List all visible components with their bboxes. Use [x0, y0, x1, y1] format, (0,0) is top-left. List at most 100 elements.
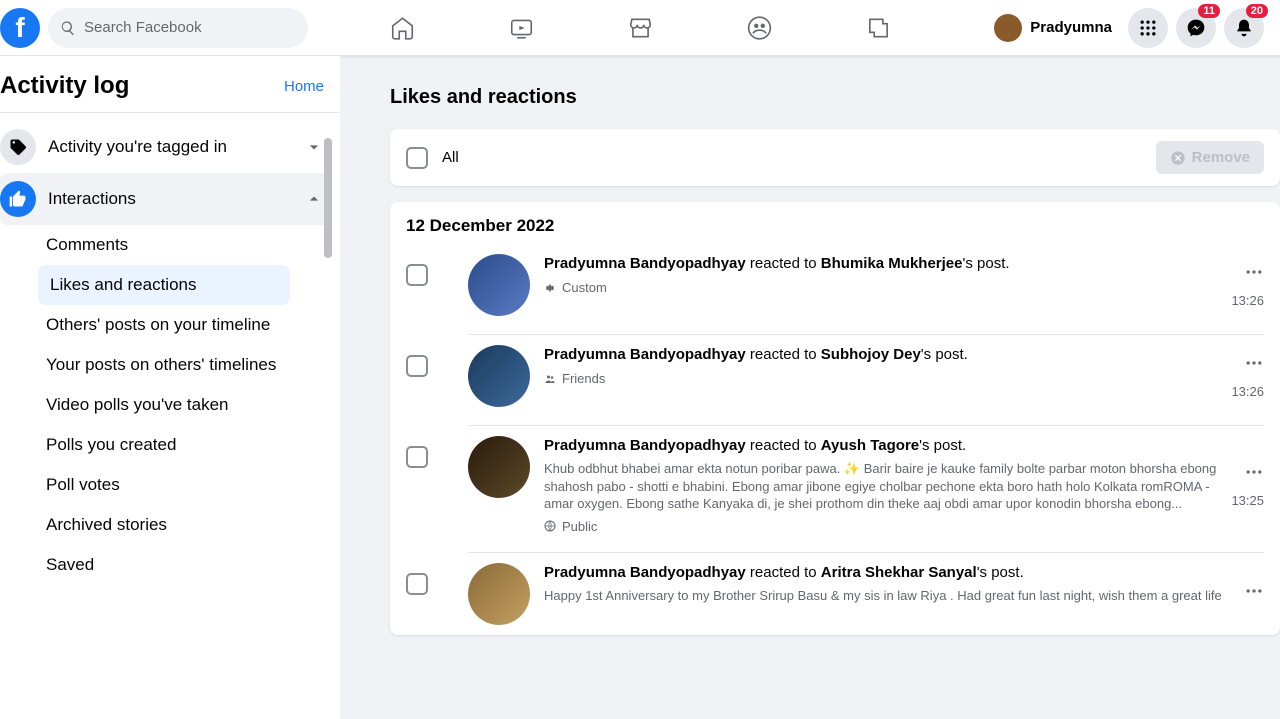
more-icon	[1244, 581, 1264, 601]
content-heading: Likes and reactions	[390, 86, 1280, 109]
item-right	[1244, 563, 1264, 625]
item-more-button[interactable]	[1244, 262, 1264, 287]
item-more-button[interactable]	[1244, 581, 1264, 606]
privacy-label: Public	[562, 519, 597, 534]
actor-name[interactable]: Pradyumna Bandyopadhyay	[544, 564, 746, 581]
target-name[interactable]: Subhojoy Dey	[821, 346, 921, 363]
item-more-button[interactable]	[1244, 353, 1264, 378]
like-icon	[0, 181, 36, 217]
tag-icon	[0, 129, 36, 165]
nav-marketplace[interactable]	[585, 2, 696, 54]
sidebar-sub-others-posts[interactable]: Others' posts on your timeline	[0, 305, 332, 345]
item-checkbox[interactable]	[406, 446, 428, 468]
item-time: 13:26	[1231, 293, 1264, 308]
item-avatar[interactable]	[468, 254, 530, 316]
header-right: Pradyumna 11 20	[990, 8, 1264, 48]
item-title: Pradyumna Bandyopadhyay reacted to Aritr…	[544, 563, 1232, 583]
target-name[interactable]: Ayush Tagore	[821, 437, 919, 454]
nav-gaming[interactable]	[823, 2, 934, 54]
search-input[interactable]: Search Facebook	[48, 8, 308, 48]
nav-groups[interactable]	[704, 2, 815, 54]
suffix: 's post.	[963, 255, 1010, 272]
facebook-logo[interactable]: f	[0, 8, 40, 48]
profile-chip[interactable]: Pradyumna	[990, 10, 1120, 46]
sidebar-sub-archived-stories[interactable]: Archived stories	[0, 505, 332, 545]
item-time: 13:26	[1231, 384, 1264, 399]
select-all-row: All Remove	[390, 129, 1280, 186]
sidebar-sub-video-polls[interactable]: Video polls you've taken	[0, 385, 332, 425]
item-body: Pradyumna Bandyopadhyay reacted to Bhumi…	[544, 254, 1219, 316]
divider	[0, 112, 340, 113]
item-body: Pradyumna Bandyopadhyay reacted to Ayush…	[544, 436, 1219, 534]
sidebar-item-interactions[interactable]: Interactions	[0, 173, 332, 225]
item-right: 13:26	[1231, 254, 1264, 316]
sidebar-sub-poll-votes[interactable]: Poll votes	[0, 465, 332, 505]
messenger-icon	[1186, 18, 1206, 38]
main-content: Likes and reactions All Remove 12 Decemb…	[340, 56, 1280, 719]
item-privacy: Public	[544, 519, 1219, 534]
joiner: reacted to	[746, 437, 821, 454]
item-time: 13:25	[1231, 493, 1264, 508]
suffix: 's post.	[977, 564, 1024, 581]
sidebar-item-label: Activity you're tagged in	[48, 137, 304, 157]
activity-item: Pradyumna Bandyopadhyay reacted to Bhumi…	[390, 244, 1280, 326]
item-checkbox[interactable]	[406, 264, 428, 286]
item-snippet: Happy 1st Anniversary to my Brother Srir…	[544, 587, 1232, 605]
item-more-button[interactable]	[1244, 462, 1264, 487]
sidebar-sub-saved[interactable]: Saved	[0, 545, 332, 585]
page-title: Activity log	[0, 72, 129, 100]
scrollbar[interactable]	[324, 138, 332, 258]
actor-name[interactable]: Pradyumna Bandyopadhyay	[544, 437, 746, 454]
sidebar-sub-comments[interactable]: Comments	[0, 225, 332, 265]
remove-button[interactable]: Remove	[1156, 141, 1264, 174]
groups-icon	[746, 15, 772, 41]
nav-home[interactable]	[347, 2, 458, 54]
select-all-checkbox[interactable]	[406, 147, 428, 169]
home-link[interactable]: Home	[284, 78, 324, 95]
target-name[interactable]: Aritra Shekhar Sanyal	[821, 564, 977, 581]
joiner: reacted to	[746, 255, 821, 272]
search-icon	[60, 20, 76, 36]
activity-item: Pradyumna Bandyopadhyay reacted to Aritr…	[390, 553, 1280, 635]
profile-name: Pradyumna	[1030, 19, 1112, 36]
more-icon	[1244, 262, 1264, 282]
marketplace-icon	[627, 15, 653, 41]
notifications-badge: 20	[1246, 4, 1268, 18]
sidebar-sub-polls-created[interactable]: Polls you created	[0, 425, 332, 465]
activity-item: Pradyumna Bandyopadhyay reacted to Ayush…	[390, 426, 1280, 544]
actor-name[interactable]: Pradyumna Bandyopadhyay	[544, 346, 746, 363]
item-checkbox[interactable]	[406, 355, 428, 377]
grid-icon	[1138, 18, 1158, 38]
actor-name[interactable]: Pradyumna Bandyopadhyay	[544, 255, 746, 272]
item-body: Pradyumna Bandyopadhyay reacted to Subho…	[544, 345, 1219, 407]
remove-label: Remove	[1192, 149, 1250, 166]
more-icon	[1244, 353, 1264, 373]
item-avatar[interactable]	[468, 563, 530, 625]
sidebar-sub-likes-reactions[interactable]: Likes and reactions	[38, 265, 290, 305]
menu-button[interactable]	[1128, 8, 1168, 48]
joiner: reacted to	[746, 346, 821, 363]
friends-icon	[544, 373, 556, 385]
item-avatar[interactable]	[468, 436, 530, 498]
top-header: f Search Facebook Pradyumna 11 20	[0, 0, 1280, 56]
gaming-icon	[865, 15, 891, 41]
bell-icon	[1234, 18, 1254, 38]
chevron-down-icon	[304, 137, 324, 157]
sidebar-header: Activity log Home	[0, 56, 340, 112]
sidebar-sub-your-posts[interactable]: Your posts on others' timelines	[0, 345, 332, 385]
messenger-button[interactable]: 11	[1176, 8, 1216, 48]
more-icon	[1244, 462, 1264, 482]
notifications-button[interactable]: 20	[1224, 8, 1264, 48]
item-avatar[interactable]	[468, 345, 530, 407]
sidebar: Activity log Home Activity you're tagged…	[0, 56, 340, 719]
select-all-label: All	[442, 149, 459, 166]
nav-watch[interactable]	[466, 2, 577, 54]
privacy-label: Custom	[562, 280, 607, 295]
item-snippet: Khub odbhut bhabei amar ekta notun porib…	[544, 460, 1219, 513]
item-right: 13:25	[1231, 436, 1264, 534]
item-title: Pradyumna Bandyopadhyay reacted to Ayush…	[544, 436, 1219, 456]
target-name[interactable]: Bhumika Mukherjee	[821, 255, 963, 272]
sidebar-item-tagged[interactable]: Activity you're tagged in	[0, 121, 332, 173]
chevron-up-icon	[304, 189, 324, 209]
item-checkbox[interactable]	[406, 573, 428, 595]
